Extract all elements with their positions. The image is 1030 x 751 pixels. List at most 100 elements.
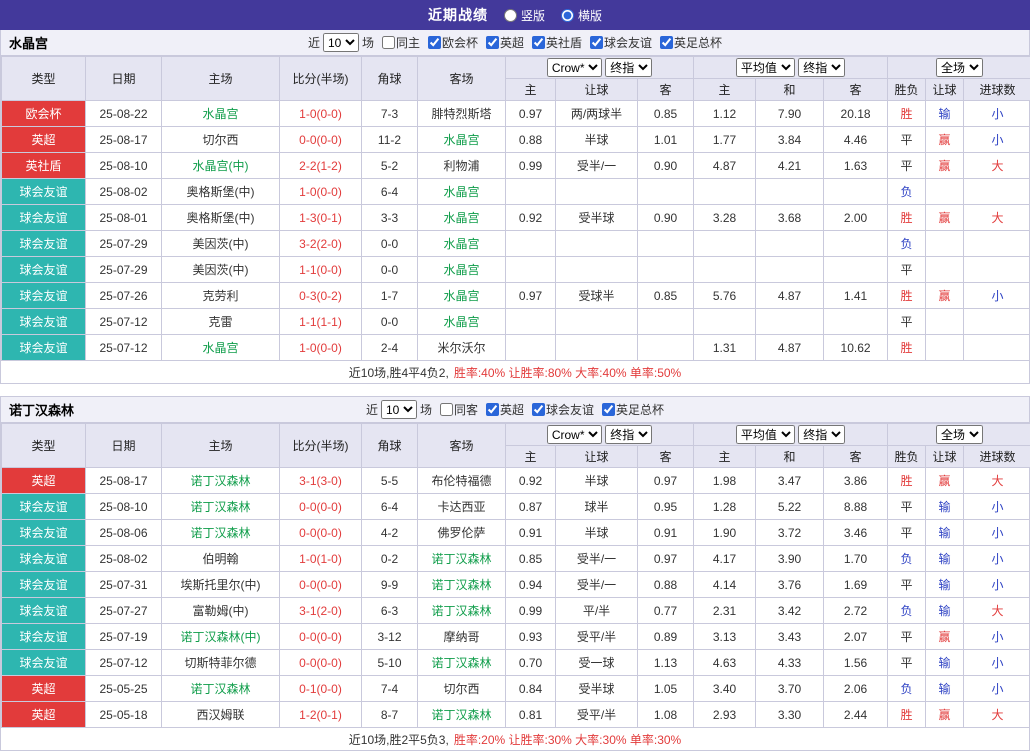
competition-filter[interactable]: 球会友谊: [590, 34, 652, 51]
away-team[interactable]: 诺丁汉森林: [418, 702, 506, 728]
competition-checkbox[interactable]: [532, 36, 545, 49]
away-team[interactable]: 卡达西亚: [418, 494, 506, 520]
score[interactable]: 1-2(0-1): [280, 702, 362, 728]
score[interactable]: 1-0(0-0): [280, 179, 362, 205]
competition-filter[interactable]: 球会友谊: [532, 401, 594, 418]
competition-checkbox[interactable]: [660, 36, 673, 49]
home-team[interactable]: 美因茨(中): [162, 231, 280, 257]
home-team[interactable]: 水晶宫: [162, 335, 280, 361]
home-team[interactable]: 美因茨(中): [162, 257, 280, 283]
europe-odds-type-select[interactable]: 平均值: [736, 425, 795, 444]
away-team[interactable]: 米尔沃尔: [418, 335, 506, 361]
score[interactable]: 2-2(1-2): [280, 153, 362, 179]
same-venue-checkbox[interactable]: [440, 403, 453, 416]
away-team[interactable]: 水晶宫: [418, 231, 506, 257]
home-team[interactable]: 克雷: [162, 309, 280, 335]
win-draw-loss-result: 平: [888, 257, 926, 283]
score[interactable]: 1-3(0-1): [280, 205, 362, 231]
competition-filter[interactable]: 英超: [486, 34, 524, 51]
score[interactable]: 0-0(0-0): [280, 572, 362, 598]
competition-checkbox[interactable]: [486, 403, 499, 416]
result-scope-select[interactable]: 全场: [936, 58, 983, 77]
score[interactable]: 3-1(3-0): [280, 468, 362, 494]
home-team[interactable]: 西汉姆联: [162, 702, 280, 728]
away-team[interactable]: 诺丁汉森林: [418, 650, 506, 676]
score[interactable]: 0-3(0-2): [280, 283, 362, 309]
match-count-select[interactable]: 10: [381, 400, 417, 419]
competition-filter[interactable]: 英足总杯: [660, 34, 722, 51]
home-team[interactable]: 埃斯托里尔(中): [162, 572, 280, 598]
home-team[interactable]: 克劳利: [162, 283, 280, 309]
away-team[interactable]: 水晶宫: [418, 205, 506, 231]
bookmaker-select[interactable]: Crow*: [547, 425, 602, 444]
score[interactable]: 3-2(2-0): [280, 231, 362, 257]
europe-odds-time-select[interactable]: 终指: [798, 58, 845, 77]
home-team[interactable]: 伯明翰: [162, 546, 280, 572]
score[interactable]: 0-0(0-0): [280, 127, 362, 153]
away-team[interactable]: 水晶宫: [418, 127, 506, 153]
score[interactable]: 0-0(0-0): [280, 624, 362, 650]
away-team[interactable]: 水晶宫: [418, 179, 506, 205]
europe-odds-type-select[interactable]: 平均值: [736, 58, 795, 77]
competition-filter[interactable]: 欧会杯: [428, 34, 478, 51]
score[interactable]: 0-0(0-0): [280, 494, 362, 520]
layout-option-horizontal[interactable]: 横版: [561, 7, 602, 24]
away-team[interactable]: 诺丁汉森林: [418, 546, 506, 572]
away-team[interactable]: 摩纳哥: [418, 624, 506, 650]
competition-filter[interactable]: 英足总杯: [602, 401, 664, 418]
home-team[interactable]: 水晶宫: [162, 101, 280, 127]
bookmaker-select[interactable]: Crow*: [547, 58, 602, 77]
away-team[interactable]: 诺丁汉森林: [418, 572, 506, 598]
away-team[interactable]: 切尔西: [418, 676, 506, 702]
away-team[interactable]: 水晶宫: [418, 309, 506, 335]
result-scope-group-header: 全场: [888, 57, 1030, 79]
away-team[interactable]: 利物浦: [418, 153, 506, 179]
competition-checkbox[interactable]: [602, 403, 615, 416]
away-team[interactable]: 诺丁汉森林: [418, 598, 506, 624]
score[interactable]: 0-0(0-0): [280, 520, 362, 546]
away-team[interactable]: 佛罗伦萨: [418, 520, 506, 546]
layout-option-vertical[interactable]: 竖版: [504, 7, 545, 24]
away-team[interactable]: 布伦特福德: [418, 468, 506, 494]
home-team[interactable]: 诺丁汉森林: [162, 520, 280, 546]
score[interactable]: 3-1(2-0): [280, 598, 362, 624]
horizontal-layout-radio[interactable]: [561, 9, 574, 22]
europe-odds-time-select[interactable]: 终指: [798, 425, 845, 444]
competition-filter[interactable]: 英社盾: [532, 34, 582, 51]
competition-checkbox[interactable]: [486, 36, 499, 49]
away-team[interactable]: 腓特烈斯塔: [418, 101, 506, 127]
topbar: 近期战绩 竖版 横版: [0, 0, 1030, 30]
home-team[interactable]: 奥格斯堡(中): [162, 179, 280, 205]
same-venue-checkbox[interactable]: [382, 36, 395, 49]
vertical-layout-radio[interactable]: [504, 9, 517, 22]
result-scope-select[interactable]: 全场: [936, 425, 983, 444]
home-team[interactable]: 诺丁汉森林(中): [162, 624, 280, 650]
home-team[interactable]: 奥格斯堡(中): [162, 205, 280, 231]
handicap-odds-away: [638, 335, 694, 361]
competition-checkbox[interactable]: [428, 36, 441, 49]
score[interactable]: 0-0(0-0): [280, 650, 362, 676]
score[interactable]: 1-0(0-0): [280, 101, 362, 127]
score[interactable]: 1-1(0-0): [280, 257, 362, 283]
same-venue-filter[interactable]: 同主: [382, 34, 420, 51]
match-count-select[interactable]: 10: [323, 33, 359, 52]
home-team[interactable]: 诺丁汉森林: [162, 676, 280, 702]
home-team[interactable]: 切斯特菲尔德: [162, 650, 280, 676]
competition-checkbox[interactable]: [532, 403, 545, 416]
competition-checkbox[interactable]: [590, 36, 603, 49]
same-venue-filter[interactable]: 同客: [440, 401, 478, 418]
home-team[interactable]: 富勒姆(中): [162, 598, 280, 624]
home-team[interactable]: 诺丁汉森林: [162, 468, 280, 494]
score[interactable]: 1-1(1-1): [280, 309, 362, 335]
score[interactable]: 0-1(0-0): [280, 676, 362, 702]
away-team[interactable]: 水晶宫: [418, 257, 506, 283]
handicap-odds-time-select[interactable]: 终指: [605, 58, 652, 77]
score[interactable]: 1-0(0-0): [280, 335, 362, 361]
competition-filter[interactable]: 英超: [486, 401, 524, 418]
home-team[interactable]: 诺丁汉森林: [162, 494, 280, 520]
home-team[interactable]: 切尔西: [162, 127, 280, 153]
away-team[interactable]: 水晶宫: [418, 283, 506, 309]
score[interactable]: 1-0(1-0): [280, 546, 362, 572]
home-team[interactable]: 水晶宫(中): [162, 153, 280, 179]
handicap-odds-time-select[interactable]: 终指: [605, 425, 652, 444]
